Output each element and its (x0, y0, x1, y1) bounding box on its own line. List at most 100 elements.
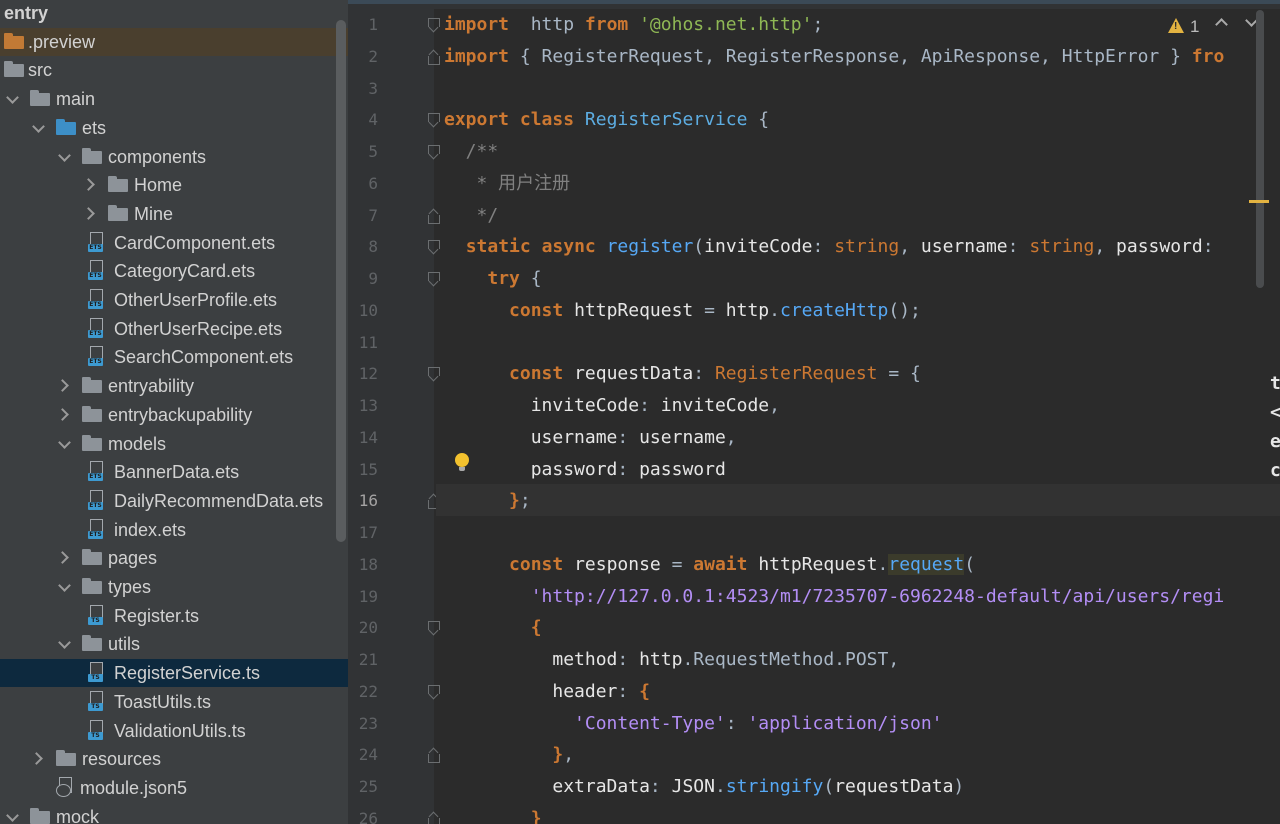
fold-start-icon[interactable] (428, 240, 440, 254)
tree-item[interactable]: ETS BannerData.ets (0, 458, 348, 486)
code-line[interactable]: static async register(inviteCode: string… (444, 231, 1214, 263)
tree-item[interactable]: pages (0, 544, 348, 572)
line-number: 7 (368, 205, 378, 225)
tree-item[interactable]: module.json5 (0, 774, 348, 802)
code-line[interactable]: const httpRequest = http.createHttp(); (444, 295, 921, 327)
tree-item[interactable]: ETS DailyRecommendData.ets (0, 487, 348, 515)
fold-start-icon[interactable] (428, 684, 440, 699)
fold-end-icon[interactable] (428, 748, 440, 764)
chevron-right-icon[interactable] (58, 549, 70, 565)
tree-item[interactable]: TS ToastUtils.ts (0, 688, 348, 716)
tree-item[interactable]: .preview (0, 27, 348, 56)
code-token: stringify (725, 776, 824, 797)
tree-item-label: utils (108, 634, 141, 655)
fold-end-icon[interactable] (428, 50, 440, 65)
code-line[interactable]: const requestData: RegisterRequest = { (444, 358, 921, 390)
chevron-down-icon[interactable] (58, 435, 70, 451)
fold-start-icon[interactable] (428, 272, 440, 286)
tree-item[interactable]: ets (0, 114, 348, 142)
fold-start-icon[interactable] (428, 621, 440, 635)
chevron-down-icon[interactable] (6, 808, 18, 824)
previous-highlight-icon[interactable] (1214, 18, 1228, 28)
tree-item[interactable]: Home (0, 171, 348, 199)
tree-item[interactable]: ETS OtherUserProfile.ets (0, 286, 348, 314)
tree-item[interactable]: entrybackupability (0, 401, 348, 429)
tree-item[interactable]: ETS index.ets (0, 516, 348, 544)
tree-item[interactable]: src (0, 56, 348, 84)
code-line[interactable]: inviteCode: inviteCode, (444, 390, 780, 422)
tree-item-label: .preview (28, 31, 96, 52)
tree-item[interactable]: entry (0, 0, 348, 27)
code-line[interactable]: method: http.RequestMethod.POST, (444, 644, 899, 676)
editor-scrollbar[interactable] (1256, 10, 1264, 288)
code-line[interactable]: */ (444, 200, 499, 232)
code-line[interactable]: export class RegisterService { (444, 104, 769, 136)
chevron-down-icon[interactable] (58, 148, 70, 164)
tree-item[interactable]: ETS OtherUserRecipe.ets (0, 315, 348, 343)
chevron-right-icon[interactable] (58, 377, 70, 393)
code-line[interactable]: import http from '@ohos.net.http'; (444, 9, 823, 41)
tree-item[interactable]: ETS CategoryCard.ets (0, 257, 348, 285)
code-line[interactable]: * 用户注册 (444, 168, 571, 200)
tree-item[interactable]: resources (0, 745, 348, 773)
tree-item[interactable]: ETS SearchComponent.ets (0, 343, 348, 371)
overflow-text-fragment: t (1270, 373, 1280, 394)
chevron-right-icon[interactable] (32, 750, 44, 766)
code-editor[interactable]: 1 2 3 4 5 6 7 8 9 10 11 12 13 14 15 16 17 18 19 20 21 22 23 24 2… (348, 0, 1280, 824)
line-number: 11 (358, 332, 378, 352)
project-tree-scrollbar[interactable] (336, 20, 346, 542)
line-number: 24 (358, 745, 378, 765)
code-token: '@ohos.net.http' (639, 14, 813, 35)
tree-item[interactable]: mock (0, 803, 348, 824)
warning-stripe-marker[interactable] (1249, 200, 1269, 203)
code-line[interactable]: }; (444, 485, 531, 517)
folder-icon (56, 118, 76, 135)
code-line[interactable]: const response = await httpRequest.reque… (444, 549, 975, 581)
fold-end-icon[interactable] (428, 209, 440, 224)
chevron-right-icon[interactable] (84, 176, 96, 192)
tree-item[interactable]: components (0, 143, 348, 171)
code-line[interactable]: header: { (444, 676, 650, 708)
chevron-down-icon[interactable] (6, 90, 18, 106)
chevron-down-icon[interactable] (58, 578, 70, 594)
code-line[interactable]: try { (444, 263, 541, 295)
code-line[interactable]: 'http://127.0.0.1:4523/m1/7235707-696224… (444, 581, 1225, 613)
code-line[interactable]: /** (444, 136, 499, 168)
tree-item[interactable]: Mine (0, 200, 348, 228)
code-token: await (693, 553, 748, 575)
tree-item[interactable]: types (0, 573, 348, 601)
tree-item[interactable]: ETS CardComponent.ets (0, 229, 348, 257)
code-token: extraData (552, 776, 650, 797)
chevron-down-icon[interactable] (58, 635, 70, 651)
chevron-down-icon[interactable] (32, 119, 44, 135)
code-line[interactable]: extraData: JSON.stringify(requestData) (444, 771, 964, 803)
tree-item[interactable]: utils (0, 630, 348, 658)
lightbulb-icon[interactable] (454, 453, 470, 473)
tree-item[interactable]: main (0, 85, 348, 113)
tree-item[interactable]: TS RegisterService.ts (0, 659, 348, 688)
tree-item[interactable]: models (0, 430, 348, 458)
ts-file-icon: TS (88, 719, 103, 740)
fold-end-icon[interactable] (428, 812, 440, 824)
tree-item[interactable]: entryability (0, 372, 348, 400)
code-line[interactable]: password: password (444, 454, 726, 486)
line-number: 16 (358, 491, 378, 511)
tree-item[interactable]: TS ValidationUtils.ts (0, 717, 348, 745)
code-token: response (574, 553, 661, 575)
code-token: string (1029, 236, 1095, 258)
code-line[interactable]: }, (444, 739, 574, 771)
code-line[interactable]: username: username, (444, 422, 737, 454)
tree-item[interactable]: TS Register.ts (0, 602, 348, 630)
fold-start-icon[interactable] (428, 367, 440, 381)
fold-start-icon[interactable] (428, 145, 440, 159)
code-line[interactable]: 'Content-Type': 'application/json' (444, 708, 942, 740)
chevron-right-icon[interactable] (84, 205, 96, 221)
code-line[interactable]: { (444, 612, 542, 644)
folder-icon (82, 377, 102, 394)
code-line[interactable]: import { RegisterRequest, RegisterRespon… (444, 41, 1224, 73)
code-line[interactable]: } (444, 803, 542, 824)
chevron-right-icon[interactable] (58, 406, 70, 422)
fold-start-icon[interactable] (428, 18, 440, 32)
fold-start-icon[interactable] (428, 113, 440, 127)
